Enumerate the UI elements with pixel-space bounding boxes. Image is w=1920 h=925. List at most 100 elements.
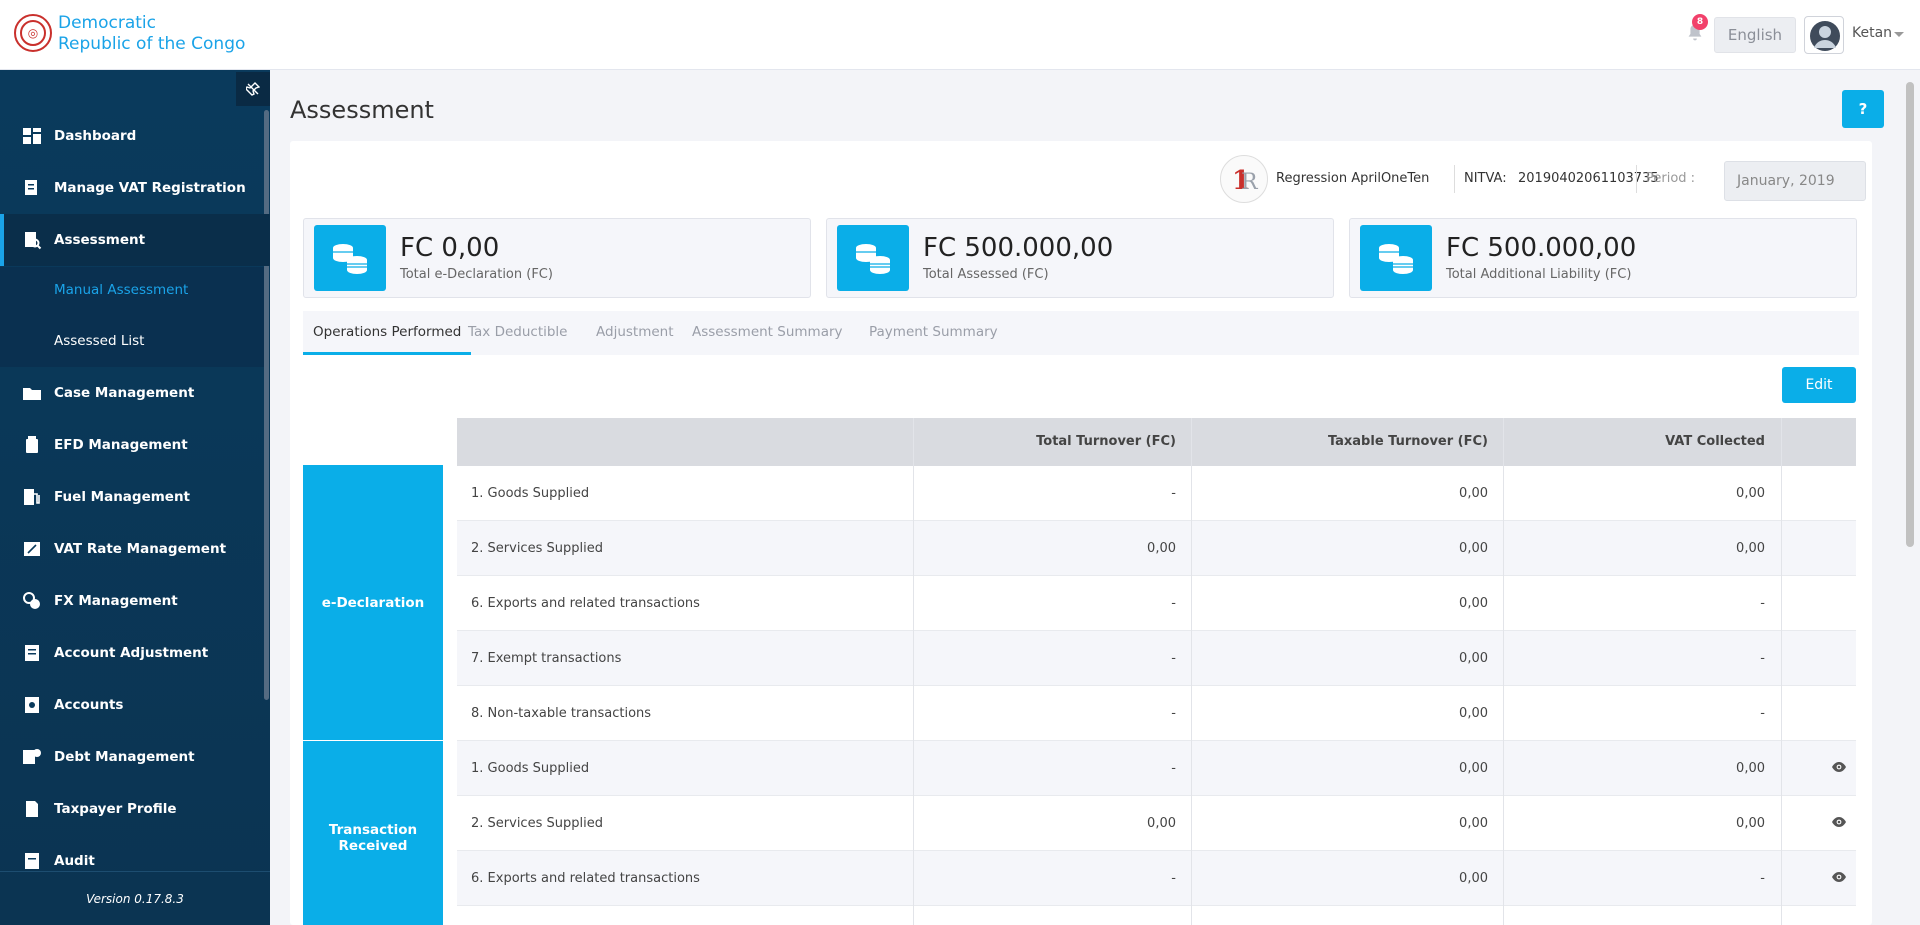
brand-title[interactable]: Democratic Republic of the Congo xyxy=(58,13,245,55)
brand-line-1: Democratic xyxy=(58,13,156,33)
sidebar-item-label: Accounts xyxy=(54,697,124,713)
card-amount: FC 0,00 xyxy=(400,233,500,263)
nitva-value: 20190402061103735 xyxy=(1518,171,1659,186)
sidebar-item-label: Audit xyxy=(54,853,95,869)
table-row: 6. Exports and related transactions - 0,… xyxy=(457,851,1856,906)
sidebar-item-taxpayer-profile[interactable]: Taxpayer Profile xyxy=(0,783,270,835)
coins-icon xyxy=(1360,225,1432,291)
fx-icon xyxy=(23,592,40,609)
total-assessed-card: FC 500.000,00 Total Assessed (FC) xyxy=(826,218,1334,298)
profile-icon xyxy=(26,801,38,817)
taxpayer-name: Regression AprilOneTen xyxy=(1276,171,1430,186)
period-field[interactable]: January, 2019 xyxy=(1724,161,1866,201)
eye-icon[interactable] xyxy=(1831,816,1847,828)
sidebar-item-fuel-management[interactable]: Fuel Management xyxy=(0,471,270,523)
sidebar-item-label: Manage VAT Registration xyxy=(54,180,246,196)
sidebar-item-debt-management[interactable]: Debt Management xyxy=(0,731,270,783)
sidebar-item-account-adjustment[interactable]: Account Adjustment xyxy=(0,627,270,679)
sidebar-item-label: Taxpayer Profile xyxy=(54,801,177,817)
debt-icon xyxy=(23,749,41,764)
assessment-panel: 1R Regression AprilOneTen NITVA: 2019040… xyxy=(290,141,1872,925)
tab-bar: Operations Performed Tax Deductible Adju… xyxy=(303,311,1859,355)
submenu-manual-assessment[interactable]: Manual Assessment xyxy=(54,282,188,298)
sidebar-item-manage-vat-registration[interactable]: Manage VAT Registration xyxy=(0,162,270,214)
table-row xyxy=(457,906,1856,925)
svg-text:R: R xyxy=(1241,170,1259,195)
taxable-turnover-cell: 0,00 xyxy=(1459,596,1488,611)
sidebar-item-label: Assessment xyxy=(54,232,146,248)
tab-assessment-summary[interactable]: Assessment Summary xyxy=(692,311,843,355)
avatar[interactable] xyxy=(1804,16,1844,54)
card-label: Total Additional Liability (FC) xyxy=(1446,267,1632,282)
table-row: 1. Goods Supplied - 0,00 0,00 xyxy=(457,466,1856,521)
sidebar-item-label: EFD Management xyxy=(54,437,188,453)
tab-operations-performed[interactable]: Operations Performed xyxy=(303,311,472,355)
sidebar-item-label: Account Adjustment xyxy=(54,645,209,661)
total-additional-liability-card: FC 500.000,00 Total Additional Liability… xyxy=(1349,218,1857,298)
sidebar-item-assessment[interactable]: Assessment xyxy=(0,214,270,266)
sidebar-item-vat-rate-management[interactable]: VAT Rate Management xyxy=(0,523,270,575)
column-divider xyxy=(1191,418,1192,925)
group-transaction-received: Transaction Received xyxy=(303,741,443,925)
adjust-icon xyxy=(25,645,39,661)
group-label: Transaction Received xyxy=(328,822,418,854)
card-amount: FC 500.000,00 xyxy=(923,233,1114,263)
notification-badge: 8 xyxy=(1692,14,1708,30)
total-turnover-cell: - xyxy=(1171,761,1176,776)
header-vat-collected: VAT Collected xyxy=(1665,434,1765,449)
tab-adjustment[interactable]: Adjustment xyxy=(596,311,674,355)
sidebar-item-efd-management[interactable]: EFD Management xyxy=(0,419,270,471)
language-select[interactable]: English xyxy=(1714,17,1796,53)
taxable-turnover-cell: 0,00 xyxy=(1459,871,1488,886)
sidebar-collapse-button[interactable] xyxy=(236,72,270,106)
taxable-turnover-cell: 0,00 xyxy=(1459,761,1488,776)
total-turnover-cell: - xyxy=(1171,596,1176,611)
vat-collected-cell: 0,00 xyxy=(1736,486,1765,501)
top-header: ◎ Democratic Republic of the Congo 8 Eng… xyxy=(0,0,1920,70)
row-label: 6. Exports and related transactions xyxy=(471,596,700,611)
tab-tax-deductible[interactable]: Tax Deductible xyxy=(468,311,567,355)
row-label: 2. Services Supplied xyxy=(471,816,603,831)
row-label: 1. Goods Supplied xyxy=(471,761,590,776)
eye-icon[interactable] xyxy=(1831,871,1847,883)
table-row: 1. Goods Supplied - 0,00 0,00 xyxy=(457,741,1856,796)
submenu-assessed-list[interactable]: Assessed List xyxy=(54,333,144,349)
sidebar-item-dashboard[interactable]: Dashboard xyxy=(0,110,270,162)
rate-icon xyxy=(24,542,40,556)
help-button[interactable]: ? xyxy=(1842,90,1884,128)
page-title: Assessment xyxy=(290,96,434,124)
dashboard-icon xyxy=(23,128,41,144)
edit-button[interactable]: Edit xyxy=(1782,367,1856,403)
device-icon xyxy=(26,436,38,453)
folder-icon xyxy=(23,388,41,400)
taxable-turnover-cell: 0,00 xyxy=(1459,486,1488,501)
chevron-down-icon[interactable] xyxy=(1894,32,1904,37)
column-divider xyxy=(1503,418,1504,925)
nitva-label: NITVA: xyxy=(1464,171,1507,186)
audit-icon xyxy=(25,853,39,869)
row-label: 2. Services Supplied xyxy=(471,541,603,556)
taxable-turnover-cell: 0,00 xyxy=(1459,706,1488,721)
taxable-turnover-cell: 0,00 xyxy=(1459,816,1488,831)
table-row: 2. Services Supplied 0,00 0,00 0,00 xyxy=(457,796,1856,851)
sidebar-item-accounts[interactable]: Accounts xyxy=(0,679,270,731)
page-scrollbar[interactable] xyxy=(1906,82,1914,547)
username[interactable]: Ketan xyxy=(1852,25,1892,41)
assessment-icon xyxy=(25,232,42,250)
table-row: 8. Non-taxable transactions - 0,00 - xyxy=(457,686,1856,741)
column-divider xyxy=(1781,418,1782,925)
sidebar-item-case-management[interactable]: Case Management xyxy=(0,367,270,419)
vat-collected-cell: 0,00 xyxy=(1736,761,1765,776)
unpin-icon xyxy=(246,82,260,96)
user-icon xyxy=(1810,21,1840,51)
eye-icon[interactable] xyxy=(1831,761,1847,773)
period-label: Period : xyxy=(1646,171,1696,186)
total-e-declaration-card: FC 0,00 Total e-Declaration (FC) xyxy=(303,218,811,298)
taxpayer-logo: 1R xyxy=(1220,155,1268,203)
seal-icon: ◎ xyxy=(20,20,46,46)
tab-payment-summary[interactable]: Payment Summary xyxy=(869,311,998,355)
total-turnover-cell: - xyxy=(1171,706,1176,721)
sidebar-item-fx-management[interactable]: FX Management xyxy=(0,575,270,627)
brand-logo[interactable]: ◎ xyxy=(14,14,52,52)
registration-icon xyxy=(25,180,37,195)
